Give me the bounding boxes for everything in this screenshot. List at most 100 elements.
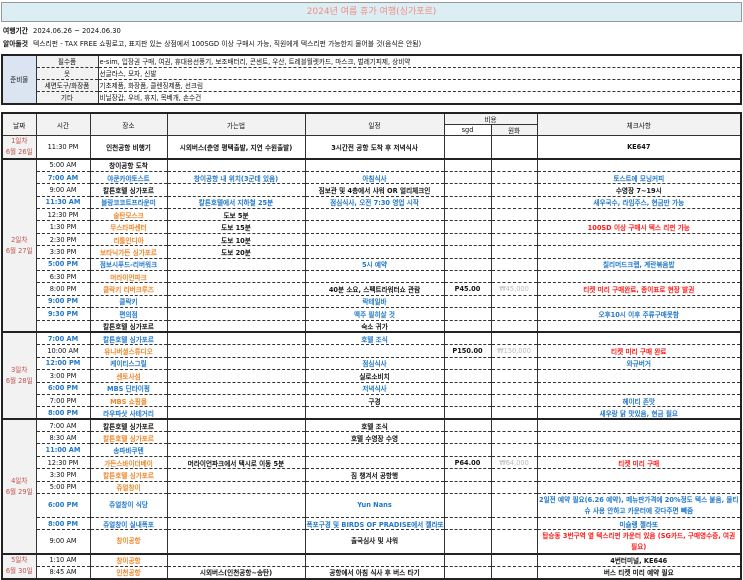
check-cell: 토스트에 모닝커피 — [536, 171, 742, 185]
time-cell: 7:00 AM — [35, 419, 91, 433]
itinerary-table: 날짜 시간 장소 가는법 일정 비용 체크사항 sgd 원화 1일차 6월 26일 11:30 P… — [1, 112, 742, 580]
time-cell: 7:00 AM — [35, 332, 91, 346]
route-cell: 도보 10분 — [166, 233, 306, 247]
route-cell: 시외버스(인천공항~송탄) — [166, 566, 306, 580]
sgd-cell — [443, 245, 492, 259]
table-row: 3:00 PM 센토사섬 실로소비치 — [2, 369, 742, 383]
time-cell: 12:00 PM — [35, 357, 91, 371]
place-cell: 클락키 리버크루즈 — [89, 282, 168, 296]
table-row: 3일차 6월 28일 7:00 AM 칼튼호텔 싱가포르 호텔 조식 — [1, 332, 742, 421]
place-cell: 유니버셜스튜디오 — [89, 344, 168, 358]
place-cell: 센토사섬 — [89, 369, 168, 383]
sgd-cell — [443, 135, 492, 160]
time-cell: 3:30 PM — [35, 468, 91, 482]
schedule-cell — [304, 553, 445, 567]
table-row: 7:00 PM MBS 쇼핑몰 구경 헤이티 존맛 — [2, 394, 742, 408]
time-cell: 8:00 PM — [35, 517, 91, 531]
schedule-cell — [304, 159, 445, 172]
check-cell: 새우국수, 라임주스, 현금만 가능 — [536, 196, 742, 210]
schedule-cell: 40분 소요, 스펙트라워터쇼 관람 — [304, 282, 445, 296]
place-cell: 쥬얼창이 식당 — [89, 493, 168, 519]
place-cell: 야쿤카야토스트 — [89, 171, 168, 185]
route-cell — [166, 529, 306, 555]
sgd-cell — [443, 159, 492, 172]
day-date: 6월 29일 — [5, 487, 33, 496]
table-row: 2:30 PM 리틀인디아 도보 10분 — [2, 233, 742, 247]
day-cell: 4일차 6월 29일 — [1, 419, 37, 555]
krw-cell — [490, 419, 538, 433]
table-row: 8:00 PM 라우파삿 사테거리 새우랑 닭 맛있음, 현금 필요 — [2, 406, 742, 421]
place-cell: 케이티스그릴 — [89, 357, 168, 371]
route-cell — [166, 493, 306, 519]
route-cell — [166, 419, 306, 433]
schedule-cell — [304, 245, 445, 259]
sgd-cell — [443, 332, 492, 346]
sgd-cell — [443, 468, 492, 482]
prep-row: 기타 비닐장갑, 우비, 휴지, 목베개, 손수건 — [2, 91, 742, 105]
schedule-cell: 짐 챙겨서 공항행 — [304, 468, 445, 482]
table-row: 12:30 PM 가든스바이더베이 머라이언파크에서 택시로 이동 5분 P64.00… — [2, 456, 742, 470]
krw-cell: ₩150,000 — [490, 344, 538, 358]
time-cell: 7:00 AM — [35, 171, 91, 185]
route-cell — [166, 258, 306, 272]
check-cell: 칠리머드크랩, 계란볶음밥 — [536, 258, 742, 272]
day-date: 6월 27일 — [5, 246, 33, 255]
time-cell: 11:30 AM — [35, 196, 91, 210]
route-cell — [166, 357, 306, 371]
time-cell: 8:00 PM — [35, 282, 91, 296]
table-row: 1:30 PM 무스타파센터 도보 15분 100SD 이상 구매시 텍스 리펀 가능 — [2, 220, 742, 234]
schedule-cell: 짐보관 및 4층에서 샤워 OR 얼리체크인 — [304, 183, 445, 197]
table-row: 10:00 AM 유니버셜스튜디오 P150.00 ₩150,000 티켓 미리 구매 … — [2, 344, 742, 358]
time-cell: 8:00 PM — [35, 406, 91, 421]
check-cell: 2일전 예약 필요(6.26 예약), 메뉴판가격에 20%정도 텍스 붙음, … — [536, 493, 742, 519]
krw-cell — [490, 159, 538, 172]
sgd-cell — [443, 233, 492, 247]
krw-cell — [490, 295, 538, 309]
prep-row: 옷 선글라스, 모자, 신발 — [2, 67, 742, 80]
route-cell — [166, 394, 306, 408]
sgd-cell — [443, 369, 492, 383]
place-cell: 인천공항 비행기 — [89, 135, 168, 160]
sgd-cell — [443, 208, 492, 222]
sgd-cell — [443, 258, 492, 272]
check-cell — [536, 431, 742, 445]
header-schedule: 일정 — [304, 113, 445, 136]
check-cell: KE647 — [536, 135, 742, 160]
place-cell: 창이공항 도착 — [89, 159, 168, 172]
place-cell: MBS 쇼핑몰 — [89, 394, 168, 408]
time-cell: 8:30 AM — [35, 431, 91, 445]
schedule-cell: 점심식사, 오전 7:30 영업 시작 — [304, 196, 445, 210]
table-row: 8:00 PM 클락키 리버크루즈 40분 소요, 스펙트라워터쇼 관람 P45.00… — [2, 282, 742, 296]
day-label: 3일차 — [11, 365, 28, 374]
time-cell: 5:00 PM — [35, 481, 91, 495]
sgd-cell — [443, 443, 492, 457]
sgd-cell — [443, 171, 492, 185]
table-row: 8:00 PM 쥬얼창이 실내폭포 폭포구경 및 BIRDS OF PRADISE에… — [2, 517, 742, 531]
schedule-cell: 맥주 필히살 것 — [304, 307, 445, 321]
table-row: 9:00 AM 창이공항 출국심사 및 샤워 탑승동 3번구역 옆 텍스리펀 카운터 … — [2, 529, 742, 555]
table-row: 4일차 6월 29일 7:00 AM 칼튼호텔 싱가포르 호텔 조식 — [1, 419, 742, 555]
prep-category: 준비물 — [1, 55, 37, 105]
day-cell: 1일차 6월 26일 — [1, 135, 37, 160]
day-cell: 2일차 6월 27일 — [1, 159, 37, 334]
route-cell — [166, 183, 306, 197]
sgd-cell — [443, 394, 492, 408]
schedule-cell: 출국심사 및 샤워 — [304, 529, 445, 555]
route-cell — [166, 382, 306, 395]
place-cell: 편의점 — [89, 307, 168, 321]
time-cell: 5:00 PM — [35, 258, 91, 272]
schedule-cell: 아침식사 — [304, 171, 445, 185]
time-cell: 1:30 PM — [35, 220, 91, 234]
check-cell: 와규버거 — [536, 357, 742, 371]
krw-cell — [490, 382, 538, 395]
check-cell: 티켓 미리 구매완료, 종이표로 현장 발권 — [536, 282, 742, 296]
krw-cell — [490, 220, 538, 234]
route-cell — [166, 344, 306, 358]
day-label: 2일차 — [11, 235, 28, 244]
place-cell: 쥬얼창이 — [89, 481, 168, 495]
day-cell: 3일차 6월 28일 — [1, 332, 37, 421]
time-cell: 10:00 AM — [35, 344, 91, 358]
krw-cell — [490, 171, 538, 185]
time-cell: 9:00 AM — [35, 183, 91, 197]
sgd-cell: P150.00 — [443, 344, 492, 358]
